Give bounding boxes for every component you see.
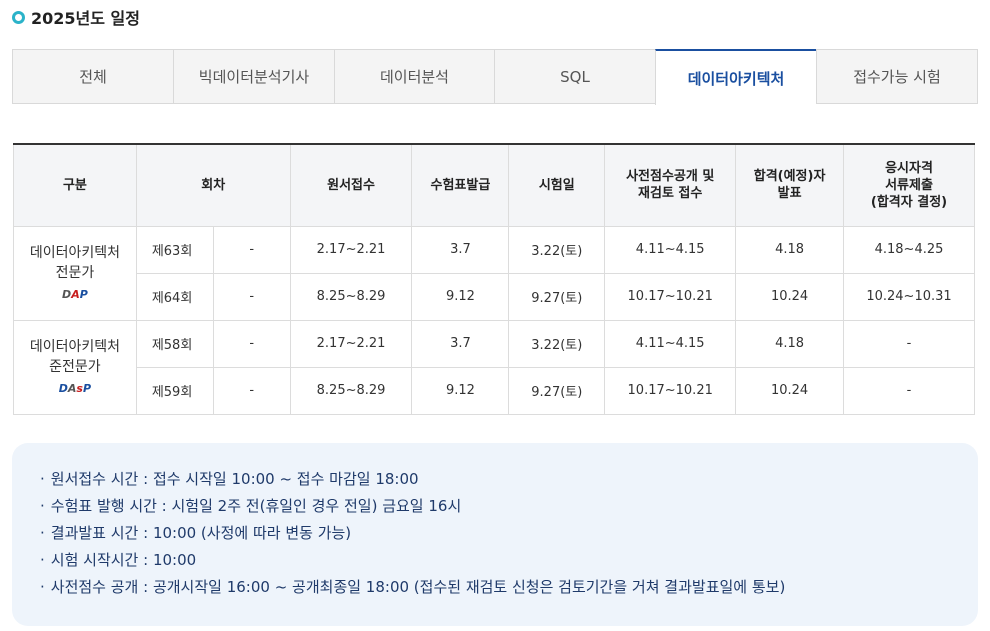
header-result: 합격(예정)자 발표	[735, 143, 845, 227]
notice-text: 원서접수 시간 : 접수 시작일 10:00 ~ 접수 마감일 18:00	[50, 470, 419, 488]
dot-bullet-icon: ·	[40, 551, 45, 569]
header-exam-date: 시험일	[508, 143, 606, 227]
round-extra-cell: -	[212, 225, 291, 274]
tab-data-analysis[interactable]: 데이터분석	[334, 49, 494, 104]
pre-score-cell: 10.17~10.21	[604, 366, 737, 415]
tab-data-architecture[interactable]: 데이터아키텍처	[655, 49, 816, 105]
header-grade: 구분	[13, 143, 137, 227]
notice-text: 결과발표 시간 : 10:00 (사정에 따라 변동 가능)	[50, 524, 352, 542]
round-cell: 제64회	[135, 272, 214, 321]
ticket-cell: 9.12	[411, 366, 510, 415]
grade-name-line2: 전문가	[55, 265, 95, 281]
dasp-logo-icon: DAsP	[58, 382, 92, 395]
pre-score-cell: 4.11~4.15	[604, 319, 737, 368]
application-cell: 8.25~8.29	[289, 272, 413, 321]
table-row: 데이터아키텍처 준전문가 DAsP 제58회 - 2.17~2.21 3.7 3…	[13, 319, 975, 415]
schedule-table: 구분 회차 원서접수 수험표발급 시험일 사전점수공개 및 재검토 접수 합격(…	[13, 143, 975, 415]
exam-date-cell: 3.22(토)	[508, 319, 606, 368]
page-title-text: 2025년도 일정	[31, 9, 140, 28]
documents-cell: 10.24~10.31	[843, 272, 975, 321]
dot-bullet-icon: ·	[40, 578, 45, 596]
header-application: 원서접수	[289, 143, 413, 227]
documents-cell: -	[843, 366, 975, 415]
result-cell: 10.24	[735, 272, 845, 321]
exam-date-cell: 3.22(토)	[508, 225, 606, 274]
header-documents: 응시자격 서류제출 (합격자 결정)	[843, 143, 975, 227]
dap-logo-icon: DAP	[62, 288, 88, 301]
dot-bullet-icon: ·	[40, 470, 45, 488]
grade-cell-dap: 데이터아키텍처 전문가 DAP	[13, 225, 137, 321]
grade-name-line1: 데이터아키텍처	[29, 339, 120, 355]
table-row: 제64회 - 8.25~8.29 9.12 9.27(토) 10.17~10.2…	[14, 272, 975, 321]
header-pre-score: 사전점수공개 및 재검토 접수	[604, 143, 737, 227]
grade-name-line2: 준전문가	[49, 359, 101, 375]
ticket-cell: 3.7	[411, 319, 510, 368]
exam-date-cell: 9.27(토)	[508, 272, 606, 321]
ticket-cell: 9.12	[411, 272, 510, 321]
notice-item: · 수험표 발행 시간 : 시험일 2주 전(휴일인 경우 전일) 금요일 16시	[40, 496, 978, 523]
result-cell: 10.24	[735, 366, 845, 415]
notice-text: 수험표 발행 시간 : 시험일 2주 전(휴일인 경우 전일) 금요일 16시	[50, 497, 462, 515]
table-row: 데이터아키텍처 전문가 DAP 제63회 - 2.17~2.21 3.7 3.2…	[13, 225, 975, 321]
grade-name-line1: 데이터아키텍처	[29, 245, 120, 261]
application-cell: 2.17~2.21	[289, 319, 413, 368]
table-row: 제59회 - 8.25~8.29 9.12 9.27(토) 10.17~10.2…	[14, 366, 975, 415]
notice-item: · 원서접수 시간 : 접수 시작일 10:00 ~ 접수 마감일 18:00	[40, 469, 978, 496]
round-cell: 제59회	[135, 366, 214, 415]
ticket-cell: 3.7	[411, 225, 510, 274]
documents-cell: -	[843, 319, 975, 368]
pre-score-cell: 10.17~10.21	[604, 272, 737, 321]
result-cell: 4.18	[735, 225, 845, 274]
notice-text: 사전점수 공개 : 공개시작일 16:00 ~ 공개최종일 18:00 (접수된…	[50, 578, 786, 596]
notice-item: · 결과발표 시간 : 10:00 (사정에 따라 변동 가능)	[40, 523, 978, 550]
header-round: 회차	[135, 143, 291, 227]
round-cell: 제63회	[135, 225, 214, 274]
tab-sql[interactable]: SQL	[494, 49, 655, 104]
round-extra-cell: -	[212, 319, 291, 368]
application-cell: 8.25~8.29	[289, 366, 413, 415]
notice-item: · 사전점수 공개 : 공개시작일 16:00 ~ 공개최종일 18:00 (접수…	[40, 577, 978, 604]
tab-open-exams[interactable]: 접수가능 시험	[816, 49, 978, 104]
application-cell: 2.17~2.21	[289, 225, 413, 274]
table-header-row: 구분 회차 원서접수 수험표발급 시험일 사전점수공개 및 재검토 접수 합격(…	[13, 143, 975, 227]
result-cell: 4.18	[735, 319, 845, 368]
notice-box: · 원서접수 시간 : 접수 시작일 10:00 ~ 접수 마감일 18:00 ·…	[12, 443, 978, 626]
dot-bullet-icon: ·	[40, 497, 45, 515]
grade-cell-dasp: 데이터아키텍처 준전문가 DAsP	[13, 319, 137, 415]
circle-bullet-icon	[12, 10, 25, 24]
pre-score-cell: 4.11~4.15	[604, 225, 737, 274]
round-cell: 제58회	[135, 319, 214, 368]
dot-bullet-icon: ·	[40, 524, 45, 542]
round-extra-cell: -	[212, 272, 291, 321]
page-title: 2025년도 일정	[12, 6, 140, 28]
tab-bigdata-analyst[interactable]: 빅데이터분석기사	[173, 49, 334, 104]
documents-cell: 4.18~4.25	[843, 225, 975, 274]
exam-tabs: 전체 빅데이터분석기사 데이터분석 SQL 데이터아키텍처 접수가능 시험	[12, 49, 978, 105]
round-extra-cell: -	[212, 366, 291, 415]
notice-item: · 시험 시작시간 : 10:00	[40, 550, 978, 577]
notice-text: 시험 시작시간 : 10:00	[50, 551, 197, 569]
tab-all[interactable]: 전체	[12, 49, 173, 104]
exam-date-cell: 9.27(토)	[508, 366, 606, 415]
header-ticket: 수험표발급	[411, 143, 510, 227]
